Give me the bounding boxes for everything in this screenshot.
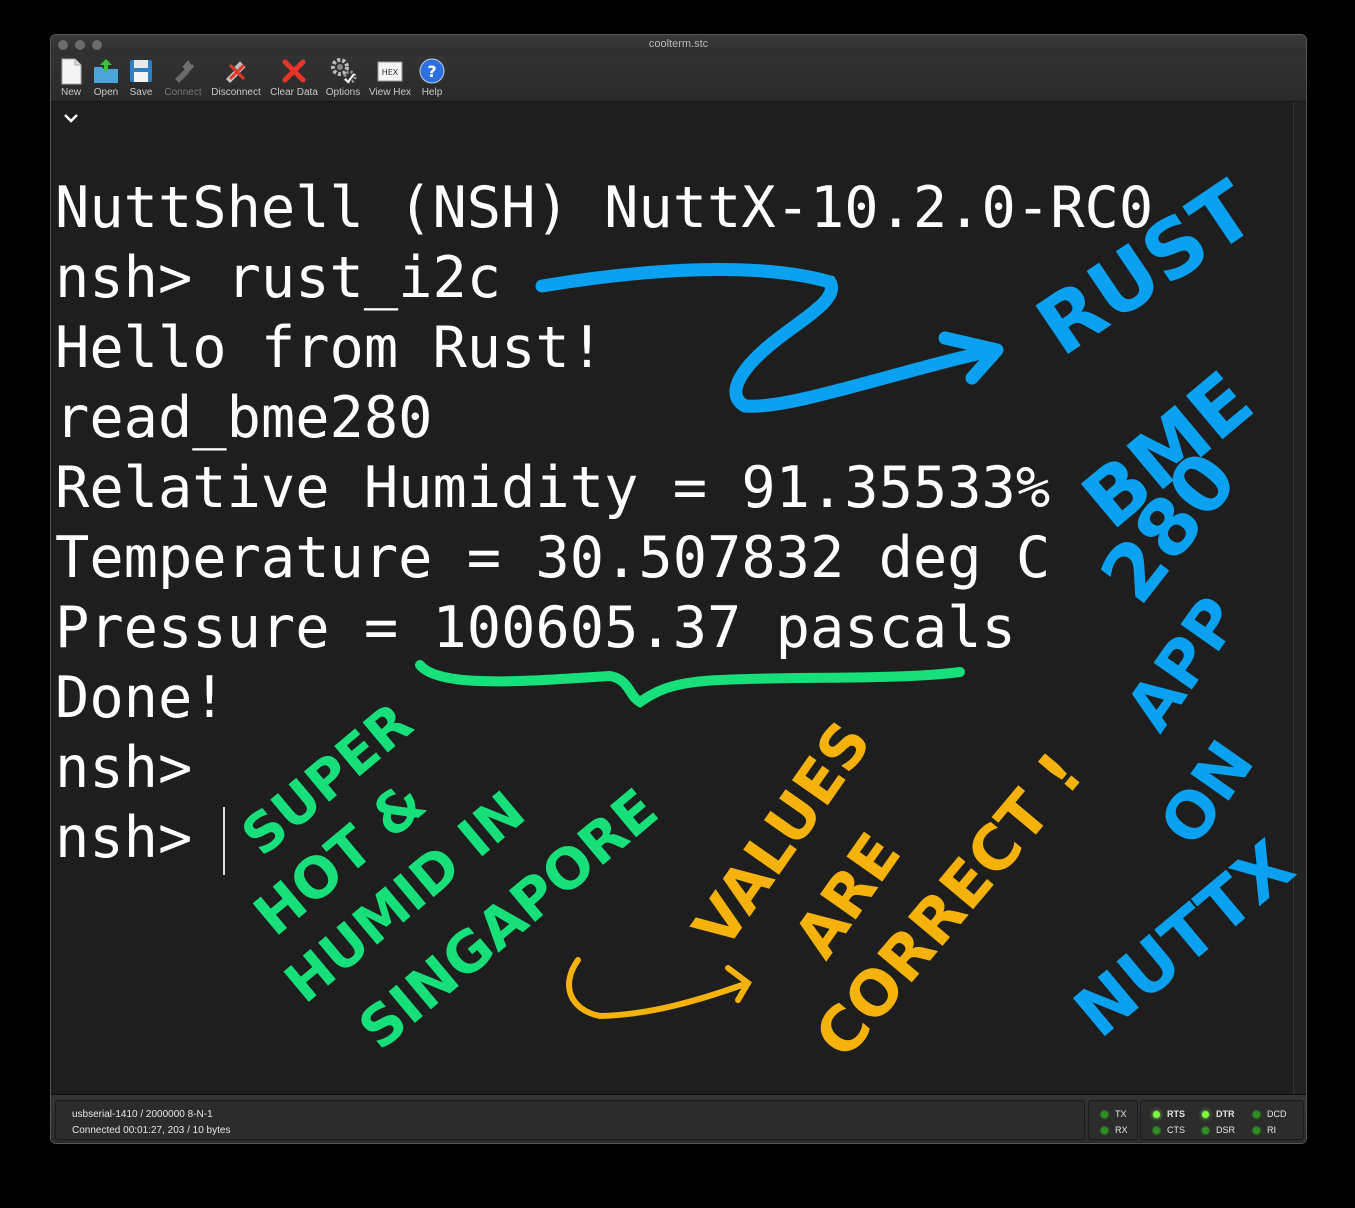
terminal-line: Hello from Rust! <box>55 315 605 381</box>
save-button[interactable]: Save <box>127 57 155 98</box>
terminal-line: nsh> <box>55 805 227 871</box>
terminal-line: Temperature = 30.507832 deg C <box>55 525 1051 591</box>
rts-led[interactable] <box>1153 1111 1160 1118</box>
red-x-icon <box>280 57 308 85</box>
connect-button[interactable]: Connect <box>161 57 205 98</box>
dsr-label: DSR <box>1216 1125 1236 1135</box>
connection-text: Connected 00:01:27, 203 / 10 bytes <box>72 1125 231 1136</box>
dtr-label: DTR <box>1216 1109 1235 1119</box>
vertical-scrollbar[interactable] <box>1293 102 1306 1094</box>
floppy-disk-icon <box>127 57 155 85</box>
toolbar: New Open Save Connect Disconnect Clear D… <box>51 55 1306 102</box>
help-label: Help <box>421 87 443 98</box>
clear-data-button[interactable]: Clear Data <box>268 57 320 98</box>
gears-icon <box>329 57 357 85</box>
options-button[interactable]: Options <box>324 57 362 98</box>
ri-led <box>1253 1127 1260 1134</box>
terminal-line: nsh> <box>55 735 193 801</box>
connection-status-box: usbserial-1410 / 2000000 8-N-1 Connected… <box>55 1100 1085 1140</box>
line-status-box: RTS CTS DTR DSR DCD RI <box>1140 1100 1304 1140</box>
rx-label: RX <box>1115 1125 1128 1135</box>
new-button[interactable]: New <box>57 57 85 98</box>
txrx-indicator-box: TX RX <box>1088 1100 1138 1140</box>
open-label: Open <box>93 87 119 98</box>
open-folder-icon <box>92 57 120 85</box>
cts-led <box>1153 1127 1160 1134</box>
save-label: Save <box>129 87 153 98</box>
text-cursor <box>223 807 225 875</box>
help-question-icon: ? <box>418 57 446 85</box>
clear-data-label: Clear Data <box>270 87 318 98</box>
open-button[interactable]: Open <box>92 57 120 98</box>
hex-icon: HEX <box>376 57 404 85</box>
rts-label: RTS <box>1167 1109 1185 1119</box>
view-hex-button[interactable]: HEX View Hex <box>367 57 413 98</box>
dcd-label: DCD <box>1267 1109 1287 1119</box>
new-document-icon <box>57 57 85 85</box>
options-label: Options <box>325 87 361 98</box>
tx-led <box>1101 1111 1108 1118</box>
view-hex-label: View Hex <box>368 87 412 98</box>
title-bar: coolterm.stc <box>51 35 1306 55</box>
svg-text:HEX: HEX <box>382 68 399 77</box>
terminal-line: nsh> rust_i2c <box>55 245 502 311</box>
dcd-led <box>1253 1111 1260 1118</box>
terminal-line: NuttShell (NSH) NuttX-10.2.0-RC0 <box>55 175 1154 241</box>
cts-label: CTS <box>1167 1125 1185 1135</box>
window-title: coolterm.stc <box>648 38 709 50</box>
terminal-line: Done! <box>55 665 227 731</box>
port-settings-text: usbserial-1410 / 2000000 8-N-1 <box>72 1109 213 1120</box>
connect-label: Connect <box>164 87 202 98</box>
tx-label: TX <box>1115 1109 1127 1119</box>
disconnect-plug-icon <box>222 57 250 85</box>
help-button[interactable]: ? Help <box>418 57 446 98</box>
disconnect-button[interactable]: Disconnect <box>209 57 263 98</box>
terminal-line: read_bme280 <box>55 385 433 451</box>
status-bar: usbserial-1410 / 2000000 8-N-1 Connected… <box>51 1094 1306 1143</box>
chevron-down-icon[interactable] <box>63 112 79 124</box>
coolterm-window: coolterm.stc New Open Save Connect Disco… <box>50 34 1307 1144</box>
terminal-line: Relative Humidity = 91.35533% <box>55 455 1051 521</box>
disconnect-label: Disconnect <box>211 87 261 98</box>
ri-label: RI <box>1267 1125 1276 1135</box>
dsr-led <box>1202 1127 1209 1134</box>
new-label: New <box>60 87 81 98</box>
dtr-led[interactable] <box>1202 1111 1209 1118</box>
rx-led <box>1101 1127 1108 1134</box>
svg-text:?: ? <box>427 62 436 81</box>
terminal-output[interactable]: NuttShell (NSH) NuttX-10.2.0-RC0 nsh> ru… <box>51 102 1293 1094</box>
terminal-line: Pressure = 100605.37 pascals <box>55 595 1016 661</box>
plug-icon <box>169 57 197 85</box>
